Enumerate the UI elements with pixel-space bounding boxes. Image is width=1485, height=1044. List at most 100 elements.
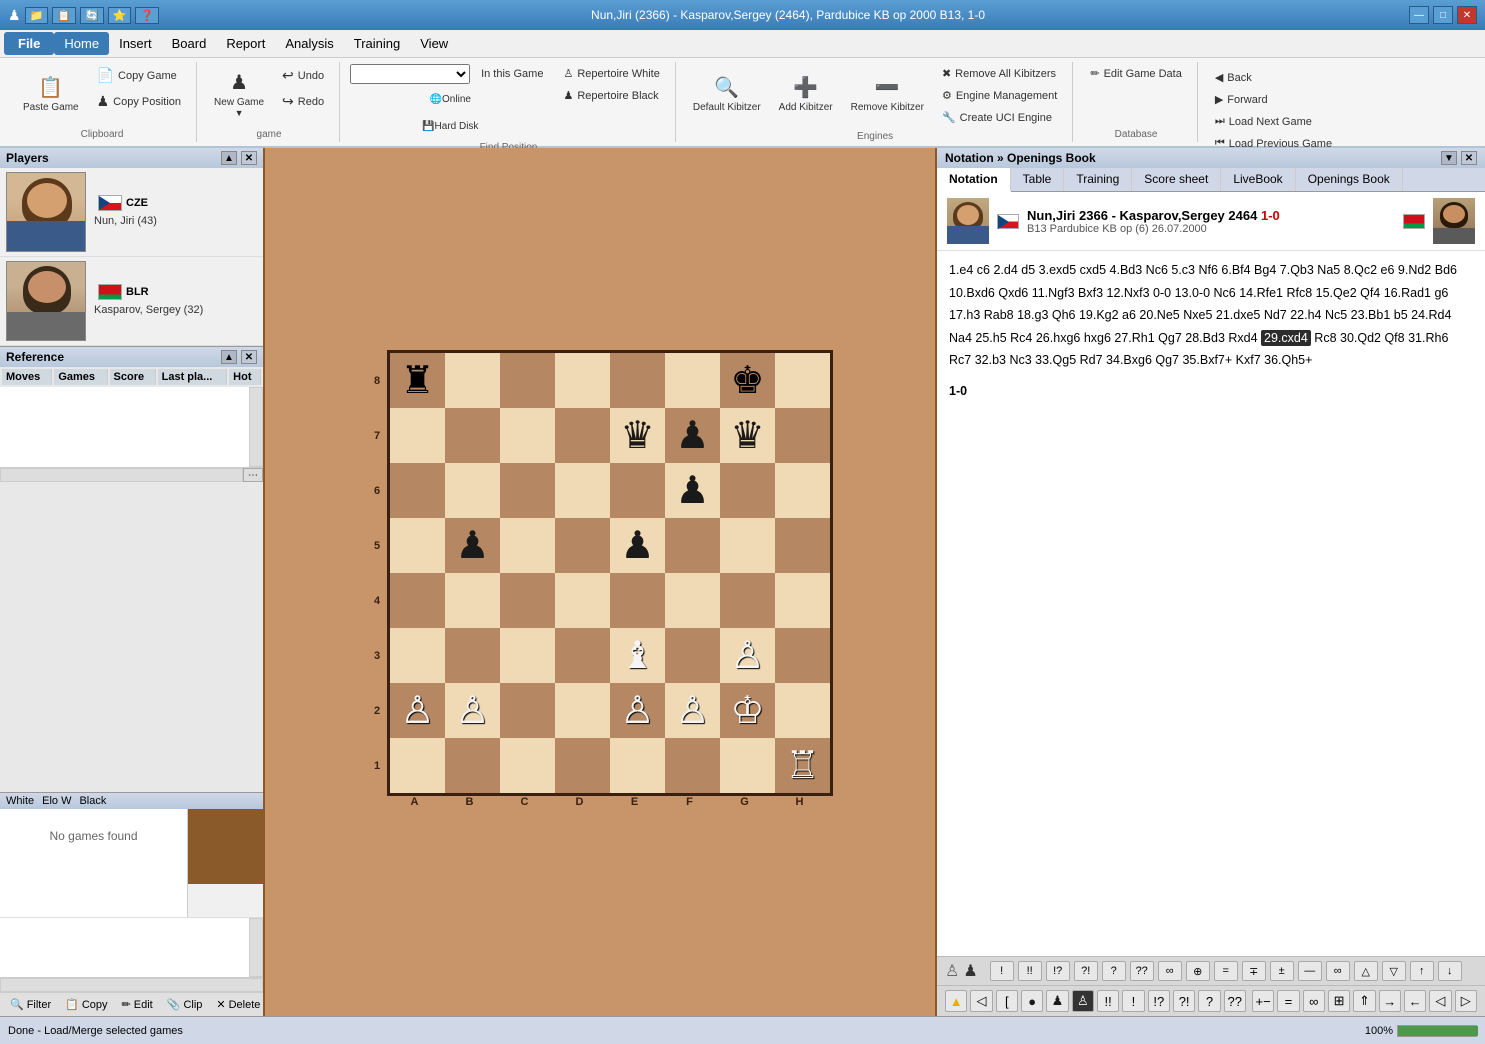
sq-d8[interactable] <box>555 353 610 408</box>
sq-b6[interactable] <box>445 463 500 518</box>
sq-h3[interactable] <box>775 628 830 683</box>
menu-analysis[interactable]: Analysis <box>275 32 343 55</box>
copy-game-button[interactable]: 📄 Copy Game <box>90 64 188 87</box>
sq-h4[interactable] <box>775 573 830 628</box>
nav-plusminus[interactable]: +− <box>1252 990 1274 1012</box>
sq-h5[interactable] <box>775 518 830 573</box>
sq-f6[interactable]: ♟ <box>665 463 720 518</box>
sq-c2[interactable] <box>500 683 555 738</box>
sq-g5[interactable] <box>720 518 775 573</box>
edit-game-data-button[interactable]: ✏ Edit Game Data <box>1083 64 1188 83</box>
nav-white-pawn[interactable]: ♙ <box>1072 990 1094 1012</box>
ref-more-button[interactable]: ⋯ <box>243 468 263 482</box>
menu-report[interactable]: Report <box>216 32 275 55</box>
menu-board[interactable]: Board <box>162 32 217 55</box>
anno-blunder[interactable]: ?? <box>1130 961 1154 981</box>
new-game-button[interactable]: ♟ New Game ▼ <box>207 64 271 124</box>
in-this-game-button[interactable]: In this Game <box>474 65 550 83</box>
players-collapse-button[interactable]: ▲ <box>221 151 237 165</box>
nav-black-piece[interactable]: ● <box>1021 990 1043 1012</box>
find-position-select[interactable] <box>350 64 470 84</box>
sq-a1[interactable] <box>390 738 445 793</box>
tab-openings-book[interactable]: Openings Book <box>1296 168 1403 191</box>
sq-h6[interactable] <box>775 463 830 518</box>
sq-e1[interactable] <box>610 738 665 793</box>
sq-d6[interactable] <box>555 463 610 518</box>
nav-exclam[interactable]: ! <box>1122 990 1144 1012</box>
anno-slight-black[interactable]: ∓ <box>1242 961 1266 981</box>
anno-excellent[interactable]: !! <box>1018 961 1042 981</box>
maximize-button[interactable]: □ <box>1433 6 1453 24</box>
nav-q-exclam[interactable]: ?! <box>1173 990 1195 1012</box>
sq-a5[interactable] <box>390 518 445 573</box>
close-button[interactable]: ✕ <box>1457 6 1477 24</box>
icon-star[interactable]: ⭐ <box>108 7 132 24</box>
load-next-game-button[interactable]: ⏭ Load Next Game <box>1208 112 1339 131</box>
sq-c4[interactable] <box>500 573 555 628</box>
anno-equal[interactable]: = <box>1214 961 1238 981</box>
engine-management-button[interactable]: ⚙ Engine Management <box>935 86 1064 105</box>
sq-f2[interactable]: ♙ <box>665 683 720 738</box>
sq-e2[interactable]: ♙ <box>610 683 665 738</box>
sq-e6[interactable] <box>610 463 665 518</box>
reference-scrollbar-h[interactable] <box>0 468 243 482</box>
add-kibitzer-button[interactable]: ➕ Add Kibitzer <box>772 64 840 124</box>
menu-view[interactable]: View <box>410 32 458 55</box>
sq-b5[interactable]: ♟ <box>445 518 500 573</box>
sq-g1[interactable] <box>720 738 775 793</box>
nav-up[interactable]: ⇑ <box>1353 990 1375 1012</box>
players-close-button[interactable]: ✕ <box>241 151 257 165</box>
menu-training[interactable]: Training <box>344 32 410 55</box>
nav-question2[interactable]: ?? <box>1224 990 1246 1012</box>
sq-h1[interactable]: ♖ <box>775 738 830 793</box>
rep-black-button[interactable]: ♟ Repertoire Black <box>556 86 666 105</box>
filter-button[interactable]: 🔍 Filter <box>6 996 55 1013</box>
redo-button[interactable]: ↪ Redo <box>275 90 331 113</box>
reference-scrollbar-v[interactable] <box>249 387 263 467</box>
nav-fwd[interactable]: ▷ <box>1455 990 1477 1012</box>
sq-g2[interactable]: ♔ <box>720 683 775 738</box>
sq-g8[interactable]: ♚ <box>720 353 775 408</box>
icon-refresh[interactable]: 🔄 <box>80 7 104 24</box>
tab-livebook[interactable]: LiveBook <box>1221 168 1295 191</box>
nav-black-pawn[interactable]: ♟ <box>1046 990 1068 1012</box>
default-kibitzer-button[interactable]: 🔍 Default Kibitzer <box>686 64 768 124</box>
sq-g7[interactable]: ♛ <box>720 408 775 463</box>
paste-game-button[interactable]: 📋 Paste Game <box>16 64 86 124</box>
sq-g3[interactable]: ♙ <box>720 628 775 683</box>
nav-bracket[interactable]: [ <box>996 990 1018 1012</box>
anno-good-move[interactable]: ! <box>990 961 1014 981</box>
sq-g4[interactable] <box>720 573 775 628</box>
undo-button[interactable]: ↩ Undo <box>275 64 331 87</box>
chess-board[interactable]: ♜ ♚ ♛ ♟ ♛ <box>387 350 833 796</box>
sq-b1[interactable] <box>445 738 500 793</box>
sq-e4[interactable] <box>610 573 665 628</box>
nav-question[interactable]: ? <box>1198 990 1220 1012</box>
anno-downarrow[interactable]: ↓ <box>1438 961 1462 981</box>
icon-help[interactable]: ❓ <box>135 7 159 24</box>
back-button[interactable]: ◀ Back <box>1208 68 1339 87</box>
sq-d4[interactable] <box>555 573 610 628</box>
delete-button[interactable]: ✕ Delete <box>212 996 264 1013</box>
sq-g6[interactable] <box>720 463 775 518</box>
sq-a4[interactable] <box>390 573 445 628</box>
hard-disk-button[interactable]: 💾 Hard Disk <box>350 114 550 138</box>
nav-exclam2[interactable]: !! <box>1097 990 1119 1012</box>
sq-f4[interactable] <box>665 573 720 628</box>
sq-b8[interactable] <box>445 353 500 408</box>
sq-b4[interactable] <box>445 573 500 628</box>
sq-c3[interactable] <box>500 628 555 683</box>
online-button[interactable]: 🌐 Online <box>350 87 550 111</box>
rep-white-button[interactable]: ♙ Repertoire White <box>556 64 666 83</box>
sq-e5[interactable]: ♟ <box>610 518 665 573</box>
icon-copy[interactable]: 📋 <box>52 7 76 24</box>
icon-folder[interactable]: 📁 <box>25 7 49 24</box>
sq-f3[interactable] <box>665 628 720 683</box>
notation-collapse-button[interactable]: ▼ <box>1441 151 1457 165</box>
nav-box[interactable]: ⊞ <box>1328 990 1350 1012</box>
menu-file[interactable]: File <box>4 32 54 55</box>
clip-button[interactable]: 📎 Clip <box>163 996 207 1013</box>
menu-insert[interactable]: Insert <box>109 32 162 55</box>
sq-b3[interactable] <box>445 628 500 683</box>
anno-nabla[interactable]: ▽ <box>1382 961 1406 981</box>
